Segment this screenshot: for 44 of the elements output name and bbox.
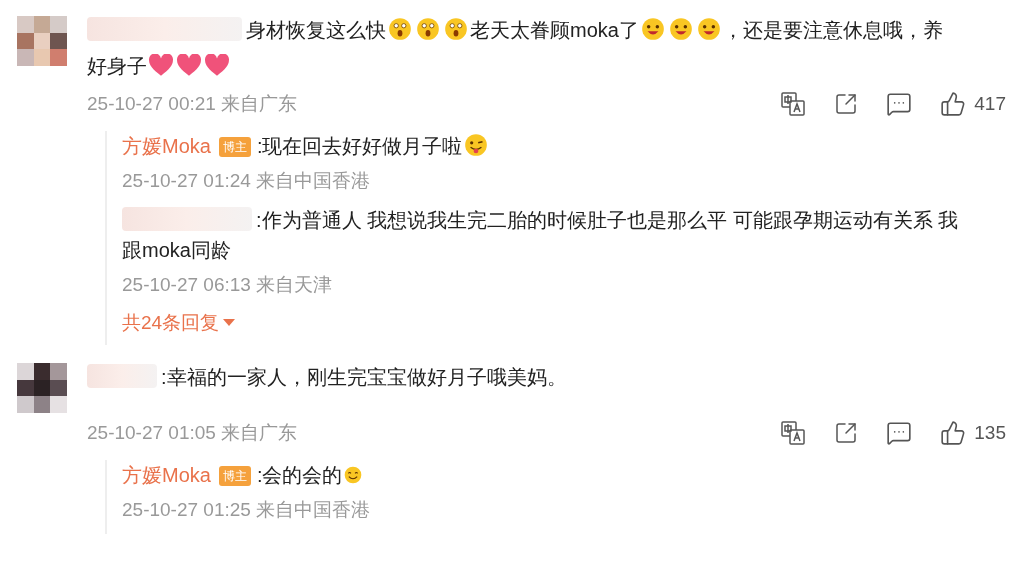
heart-icon xyxy=(204,54,230,78)
comment-text: 好身子 xyxy=(87,55,147,77)
comment-icon[interactable] xyxy=(886,91,913,118)
smiling-face-icon xyxy=(343,464,364,485)
author-name[interactable]: 方媛Moka xyxy=(122,134,211,157)
comment-text: ，还是要注意休息哦，养 xyxy=(722,19,943,41)
blogger-badge: 博主 xyxy=(218,465,251,486)
translate-icon[interactable] xyxy=(780,91,807,118)
blurred-name xyxy=(87,364,157,388)
like-count: 417 xyxy=(974,92,1006,116)
shocked-face-icon xyxy=(415,16,441,42)
comment-text: 老天太眷顾moka了 xyxy=(470,19,639,41)
comment-timestamp: 25-10-27 00:21 来自广东 xyxy=(87,92,298,116)
heart-icon xyxy=(148,54,174,78)
avatar-placeholder xyxy=(17,363,67,413)
reply-timestamp: 25-10-27 01:25 来自中国香港 xyxy=(122,497,371,522)
more-replies-link[interactable]: 共24条回复 xyxy=(122,308,236,345)
share-icon[interactable] xyxy=(834,421,859,446)
avatar-placeholder xyxy=(17,16,67,66)
heart-icon xyxy=(176,54,202,78)
comment-icon[interactable] xyxy=(886,420,913,447)
share-icon[interactable] xyxy=(834,92,859,117)
translate-icon[interactable] xyxy=(780,420,807,447)
comment-text: :现在回去好好做月子啦 xyxy=(256,134,463,157)
author-name[interactable]: 方媛Moka xyxy=(122,463,211,486)
caret-down-icon xyxy=(223,318,236,327)
comment-timestamp: 25-10-27 01:05 来自广东 xyxy=(87,421,298,445)
smiling-face-icon xyxy=(639,16,666,42)
comment-text: :会的会的 xyxy=(256,463,343,486)
shocked-face-icon xyxy=(387,16,413,42)
reply-timestamp: 25-10-27 06:13 来自天津 xyxy=(122,272,333,297)
comment-text: :幸福的一家人，刚生完宝宝做好月子哦美妈。 xyxy=(161,366,567,388)
comment-text: 身材恢复这么快 xyxy=(246,19,386,41)
smiling-face-icon xyxy=(695,16,722,42)
comment-text: :作为普通人 我想说我生完二胎的时候肚子也是那么平 可能跟孕期运动有关系 我 xyxy=(256,208,959,231)
like-icon[interactable] xyxy=(940,420,967,447)
like-count: 135 xyxy=(974,421,1006,445)
reply-timestamp: 25-10-27 01:24 来自中国香港 xyxy=(122,168,371,193)
shocked-face-icon xyxy=(443,16,469,42)
smiling-face-icon xyxy=(667,16,694,42)
comment-text: 跟moka同龄 xyxy=(122,238,231,261)
tongue-face-icon xyxy=(463,131,490,158)
like-icon[interactable] xyxy=(940,91,967,118)
blogger-badge: 博主 xyxy=(218,136,251,157)
